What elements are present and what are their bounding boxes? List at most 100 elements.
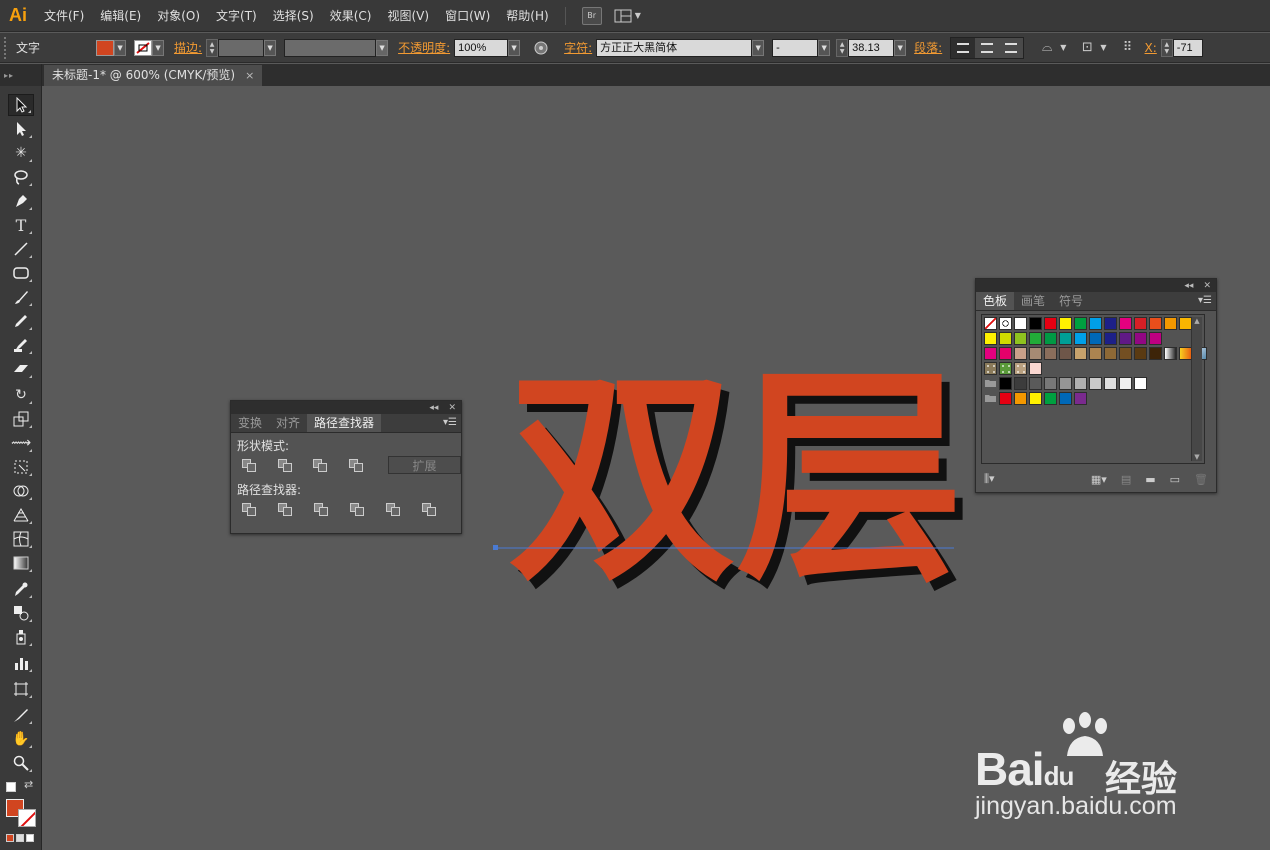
pattern-swatch[interactable]	[1014, 362, 1027, 375]
rotate-tool-icon[interactable]: ↻	[8, 384, 34, 406]
color-swatch[interactable]	[1029, 377, 1042, 390]
stroke-color-picker[interactable]: ▼	[134, 39, 165, 56]
column-graph-tool-icon[interactable]	[8, 652, 34, 674]
swap-colors-icon[interactable]: ⇄	[24, 778, 33, 791]
default-colors-icon[interactable]	[6, 782, 16, 792]
color-swatch[interactable]	[1089, 347, 1102, 360]
selection-tool-icon[interactable]	[8, 94, 34, 116]
blob-brush-tool-icon[interactable]	[8, 334, 34, 356]
tab-symbols[interactable]: 符号	[1052, 292, 1090, 310]
swatch-scrollbar[interactable]: ▲ ▼	[1191, 317, 1202, 461]
color-swatch[interactable]	[1059, 392, 1072, 405]
scroll-up-icon[interactable]: ▲	[1192, 317, 1202, 325]
color-swatch[interactable]	[1089, 332, 1102, 345]
x-position-label[interactable]: X:	[1145, 41, 1157, 55]
color-swatch[interactable]	[1059, 347, 1072, 360]
panel-menu-icon[interactable]: ▾☰	[1198, 295, 1212, 306]
crop-button[interactable]	[347, 500, 367, 518]
pattern-swatch[interactable]	[984, 362, 997, 375]
color-swatch[interactable]	[1044, 392, 1057, 405]
merge-button[interactable]	[311, 500, 331, 518]
menu-object[interactable]: 对象(O)	[149, 0, 208, 32]
color-swatch[interactable]	[1014, 317, 1027, 330]
color-swatch[interactable]	[1104, 347, 1117, 360]
pen-tool-icon[interactable]	[8, 190, 34, 212]
color-swatch[interactable]	[1029, 392, 1042, 405]
color-swatch[interactable]	[1044, 347, 1057, 360]
close-icon[interactable]: ✕	[448, 403, 456, 413]
eraser-tool-icon[interactable]	[8, 358, 34, 380]
envelope-warp-icon[interactable]: ⌓	[1036, 38, 1058, 58]
perspective-grid-tool-icon[interactable]	[8, 504, 34, 526]
workspace-switcher-button[interactable]: ▼	[614, 9, 641, 23]
color-swatch[interactable]	[1119, 377, 1132, 390]
minus-back-button[interactable]	[419, 500, 439, 518]
color-group-folder[interactable]	[984, 392, 997, 405]
transform-reference-icon[interactable]: ⊡	[1076, 38, 1098, 58]
color-swatch[interactable]	[1149, 347, 1162, 360]
font-style-select[interactable]: -	[772, 38, 819, 57]
minus-front-button[interactable]	[275, 456, 295, 474]
color-swatch[interactable]	[999, 392, 1012, 405]
collapse-panel-icon[interactable]: ◂◂	[1184, 281, 1193, 291]
color-swatch[interactable]	[1059, 317, 1072, 330]
tab-swatches[interactable]: 色板	[976, 292, 1015, 310]
pattern-swatch[interactable]	[999, 362, 1012, 375]
gradient-swatch[interactable]	[1164, 347, 1177, 360]
stroke-weight-input[interactable]	[218, 38, 265, 57]
menu-help[interactable]: 帮助(H)	[498, 0, 556, 32]
color-swatch[interactable]	[1134, 347, 1147, 360]
stroke-weight-stepper[interactable]: ▲ ▼	[206, 38, 219, 57]
rectangle-tool-icon[interactable]	[8, 262, 34, 284]
color-swatch[interactable]	[1074, 392, 1087, 405]
color-swatch[interactable]	[1164, 317, 1177, 330]
color-swatch[interactable]	[1119, 317, 1132, 330]
trim-button[interactable]	[275, 500, 295, 518]
menu-view[interactable]: 视图(V)	[379, 0, 437, 32]
color-swatch[interactable]	[1074, 377, 1087, 390]
tools-panel-header[interactable]: ▸▸	[0, 64, 41, 86]
artboard-tool-icon[interactable]	[8, 678, 34, 700]
trash-icon[interactable]: 🗑	[1194, 473, 1208, 486]
color-swatch[interactable]	[1119, 332, 1132, 345]
stroke-color-box[interactable]	[18, 809, 36, 827]
control-bar-grip[interactable]	[4, 36, 10, 59]
color-swatch[interactable]	[984, 347, 997, 360]
color-swatch[interactable]	[984, 332, 997, 345]
type-tool-icon[interactable]: T	[8, 214, 34, 236]
color-swatch[interactable]	[1059, 332, 1072, 345]
x-position-input[interactable]: -71	[1172, 38, 1203, 57]
none-mode-icon[interactable]	[26, 834, 34, 842]
chevron-down-icon[interactable]: ▼	[752, 39, 765, 56]
x-position-stepper[interactable]: ▲ ▼	[1160, 38, 1173, 57]
tab-align[interactable]: 对齐	[269, 414, 307, 432]
symbol-sprayer-tool-icon[interactable]	[8, 626, 34, 648]
line-segment-tool-icon[interactable]	[8, 238, 34, 260]
panel-title-bar[interactable]: ◂◂ ✕	[231, 401, 461, 414]
color-swatch[interactable]	[1134, 377, 1147, 390]
menu-file[interactable]: 文件(F)	[36, 0, 92, 32]
slice-tool-icon[interactable]	[8, 704, 34, 726]
blend-tool-icon[interactable]	[8, 602, 34, 624]
font-size-input[interactable]: 38.13	[848, 38, 895, 57]
menu-edit[interactable]: 编辑(E)	[92, 0, 149, 32]
bridge-button[interactable]: Br	[581, 6, 602, 25]
color-swatch[interactable]	[1104, 332, 1117, 345]
swatch-options-icon[interactable]: ▤	[1121, 473, 1131, 486]
intersect-button[interactable]	[310, 456, 330, 474]
font-family-select[interactable]: 方正正大黑简体	[596, 38, 753, 57]
color-swatch[interactable]	[1074, 317, 1087, 330]
artwork-text[interactable]: 双层	[508, 346, 964, 612]
new-color-group-icon[interactable]: ▬	[1145, 473, 1155, 486]
color-swatch[interactable]	[999, 332, 1012, 345]
chevron-down-icon[interactable]: ▼	[508, 39, 521, 56]
chevron-down-icon[interactable]: ▼	[818, 39, 831, 56]
show-swatch-kinds-icon[interactable]: ▦▾	[1091, 473, 1107, 486]
panel-title-bar[interactable]: ◂◂ ✕	[976, 279, 1216, 292]
shape-builder-tool-icon[interactable]	[8, 480, 34, 502]
fill-color-picker[interactable]: ▼	[96, 39, 127, 56]
tab-pathfinder[interactable]: 路径查找器	[307, 414, 382, 432]
reference-point-icon[interactable]: ⠿	[1117, 38, 1139, 58]
color-swatch[interactable]	[1104, 377, 1117, 390]
menu-window[interactable]: 窗口(W)	[437, 0, 498, 32]
